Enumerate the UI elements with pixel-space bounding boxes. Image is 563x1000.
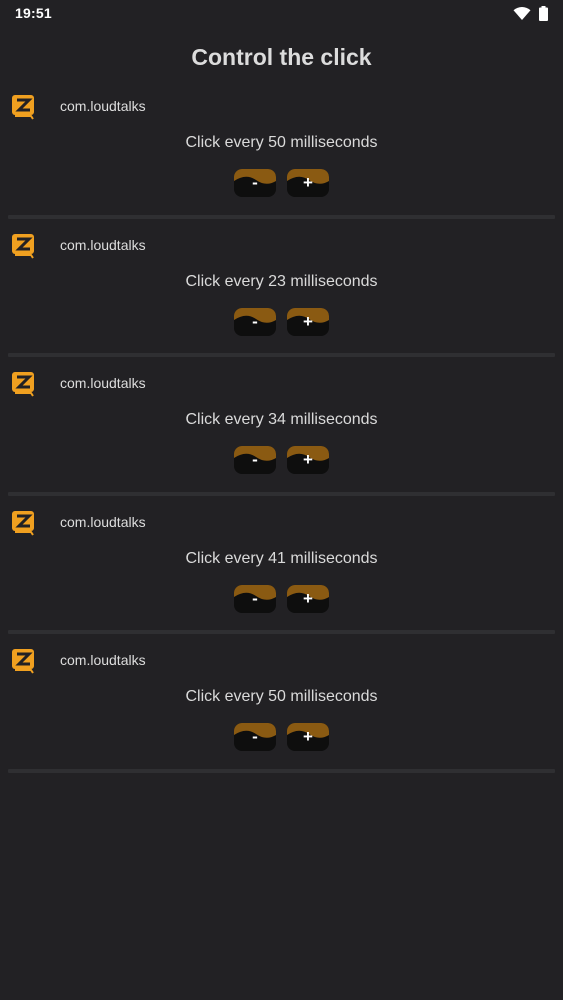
increase-button[interactable]: +	[287, 307, 329, 336]
divider	[8, 630, 555, 634]
increase-button[interactable]: +	[287, 169, 329, 197]
app-list: com.loudtalks Click every 50 millisecond…	[0, 88, 563, 781]
battery-icon	[539, 6, 548, 21]
minus-icon: -	[252, 450, 258, 469]
decrease-button[interactable]: -	[234, 446, 276, 474]
zello-app-icon	[12, 510, 34, 536]
click-interval-text: Click every 41 milliseconds	[185, 549, 378, 567]
zello-app-icon	[12, 233, 34, 259]
click-interval-text: Click every 50 milliseconds	[185, 688, 378, 705]
package-name: com.loudtalks	[60, 513, 146, 530]
interval-controls: - +	[234, 584, 329, 613]
divider	[8, 214, 555, 219]
increase-button[interactable]: +	[287, 446, 329, 474]
list-item: com.loudtalks Click every 50 millisecond…	[0, 88, 563, 227]
interval-controls: - +	[234, 723, 329, 751]
increase-button[interactable]: +	[287, 584, 329, 613]
list-item: com.loudtalks Click every 34 millisecond…	[0, 365, 563, 504]
status-time: 19:51	[15, 5, 52, 21]
package-name: com.loudtalks	[60, 98, 146, 114]
minus-icon: -	[252, 311, 258, 331]
plus-icon: +	[303, 173, 313, 192]
click-interval-text: Click every 23 milliseconds	[185, 272, 378, 290]
minus-icon: -	[252, 173, 258, 192]
zello-app-icon	[12, 95, 34, 120]
plus-icon: +	[303, 588, 313, 608]
increase-button[interactable]: +	[287, 723, 329, 751]
plus-icon: +	[303, 727, 313, 746]
status-icons	[513, 6, 548, 21]
divider	[8, 353, 555, 357]
decrease-button[interactable]: -	[234, 307, 276, 336]
package-name: com.loudtalks	[60, 236, 146, 253]
minus-icon: -	[252, 727, 258, 746]
decrease-button[interactable]: -	[234, 584, 276, 613]
package-name: com.loudtalks	[60, 375, 146, 391]
decrease-button[interactable]: -	[234, 723, 276, 751]
list-item: com.loudtalks Click every 41 millisecond…	[0, 504, 563, 643]
package-name: com.loudtalks	[60, 652, 146, 668]
list-item: com.loudtalks Click every 50 millisecond…	[0, 642, 563, 781]
zello-app-icon	[12, 372, 34, 397]
plus-icon: +	[303, 311, 313, 331]
status-bar: 19:51	[0, 0, 563, 28]
plus-icon: +	[303, 450, 313, 469]
page-title: Control the click	[191, 44, 372, 70]
zello-app-icon	[12, 649, 34, 674]
wifi-icon	[513, 6, 531, 20]
divider	[8, 768, 555, 773]
minus-icon: -	[252, 588, 258, 608]
click-interval-text: Click every 34 milliseconds	[185, 411, 378, 428]
click-interval-text: Click every 50 milliseconds	[185, 134, 378, 151]
decrease-button[interactable]: -	[234, 169, 276, 197]
divider	[8, 491, 555, 496]
interval-controls: - +	[234, 307, 329, 336]
interval-controls: - +	[234, 446, 329, 474]
list-item: com.loudtalks Click every 23 millisecond…	[0, 227, 563, 366]
interval-controls: - +	[234, 169, 329, 197]
